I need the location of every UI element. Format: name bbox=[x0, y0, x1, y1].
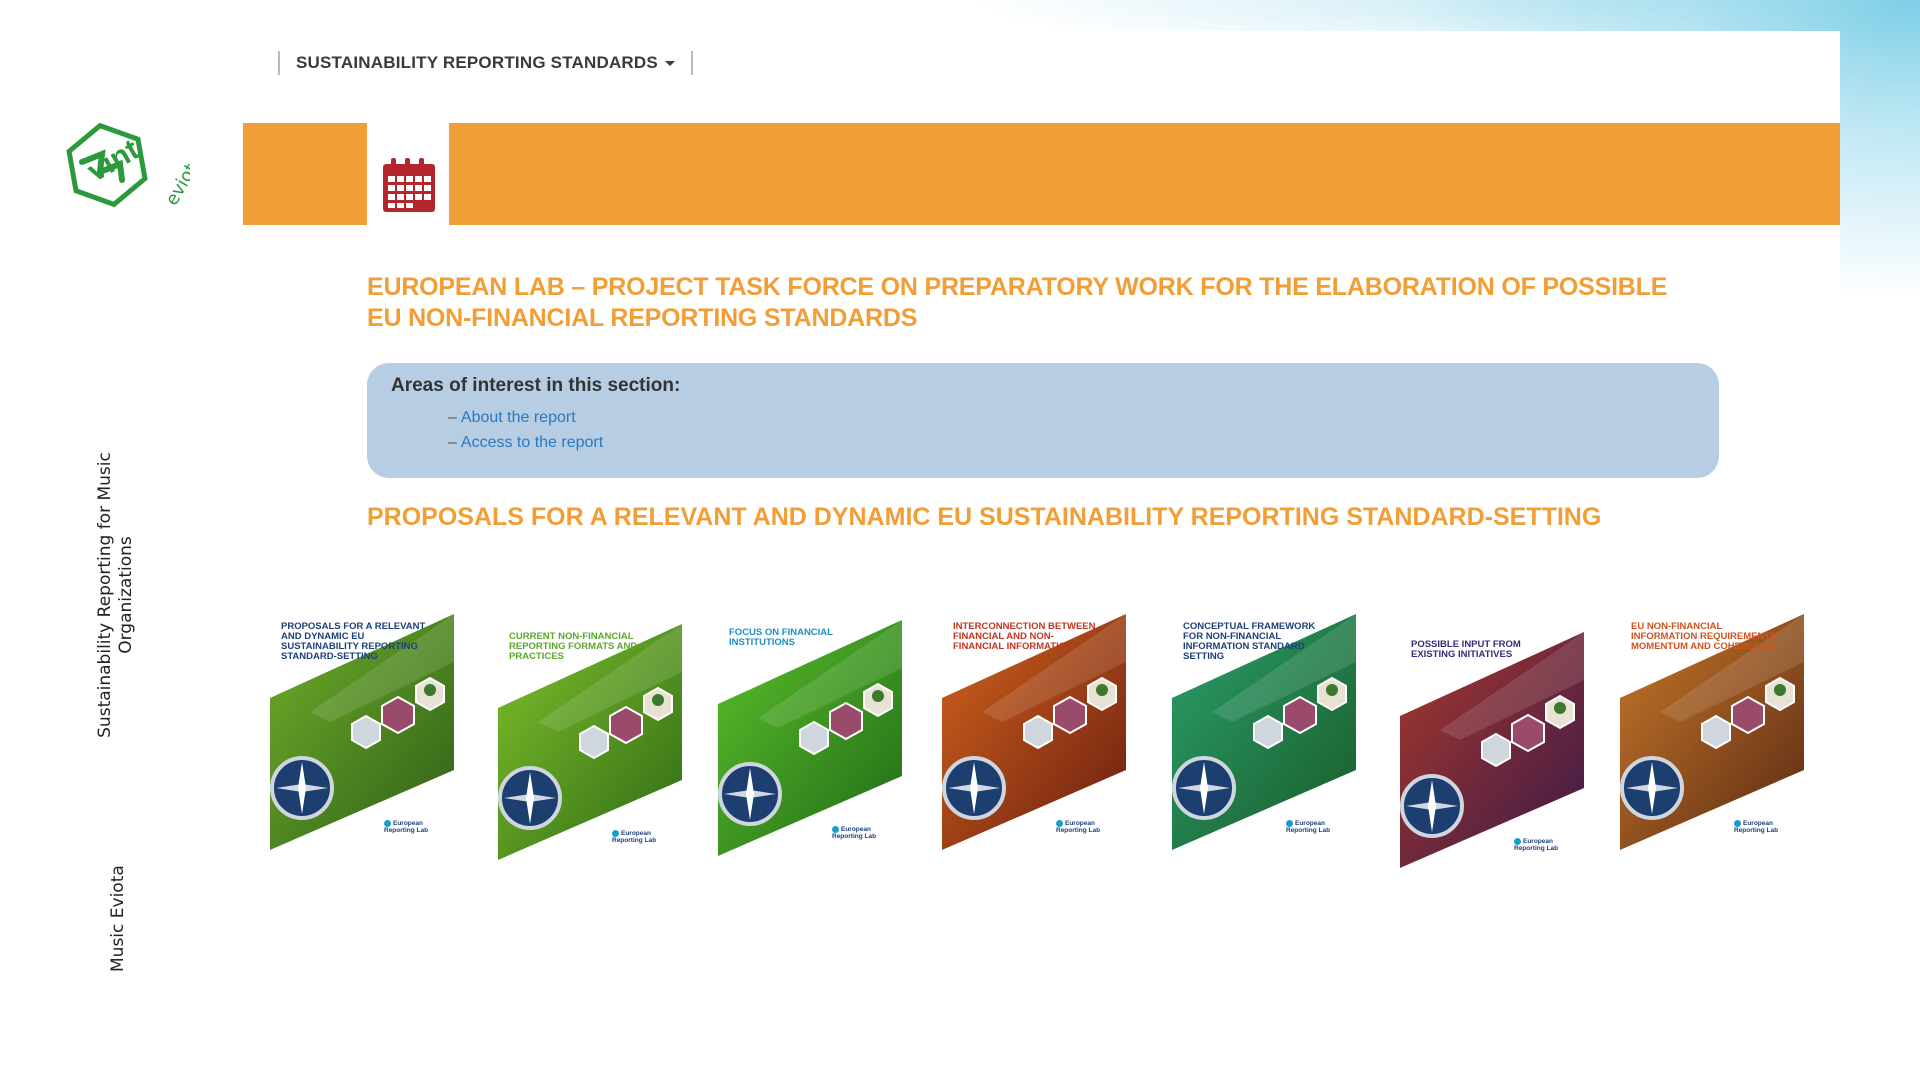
cover-publisher: European Reporting Lab bbox=[1286, 819, 1331, 834]
top-nav: SUSTAINABILITY REPORTING STANDARDS bbox=[278, 50, 693, 76]
publisher-logo-icon bbox=[1514, 837, 1521, 845]
publisher-logo-icon bbox=[1734, 819, 1741, 827]
cover-publisher: European Reporting Lab bbox=[1734, 819, 1779, 834]
vint-eviota-logo[interactable]: vint eviota bbox=[60, 120, 190, 220]
areas-of-interest-box: Areas of interest in this section: – Abou… bbox=[367, 363, 1719, 478]
logo-text-sub: eviota bbox=[161, 150, 190, 209]
cover-publisher: European Reporting Lab bbox=[1514, 837, 1559, 852]
page-title: EUROPEAN LAB – PROJECT TASK FORCE ON PRE… bbox=[367, 273, 1668, 332]
nav-item-sustainability-reporting-standards[interactable]: SUSTAINABILITY REPORTING STANDARDS bbox=[280, 50, 691, 76]
section-subtitle: PROPOSALS FOR A RELEVANT AND DYNAMIC EU … bbox=[367, 503, 1602, 531]
cover-publisher: European Reporting Lab bbox=[1056, 819, 1101, 834]
banner-right bbox=[449, 123, 1840, 225]
dash-icon: – bbox=[448, 409, 457, 426]
link-access-to-the-report[interactable]: – Access to the report bbox=[448, 430, 1695, 455]
report-cover-2[interactable]: CURRENT NON-FINANCIAL REPORTING FORMATS … bbox=[498, 612, 682, 860]
banner-left bbox=[243, 123, 367, 225]
sidebar-footer: Music Eviota bbox=[108, 865, 128, 972]
nav-divider bbox=[690, 51, 693, 75]
calendar-icon bbox=[383, 158, 435, 212]
cover-title: CONCEPTUAL FRAMEWORK FOR NON-FINANCIAL I… bbox=[1183, 621, 1316, 662]
report-cover-1[interactable]: PROPOSALS FOR A RELEVANT AND DYNAMIC EU … bbox=[270, 602, 454, 850]
cover-publisher: European Reporting Lab bbox=[832, 825, 877, 840]
sidebar-title-line2: Organizations bbox=[116, 536, 136, 654]
cover-title: CURRENT NON-FINANCIAL REPORTING FORMATS … bbox=[509, 631, 638, 662]
publisher-logo-icon bbox=[832, 825, 839, 833]
caret-down-icon bbox=[664, 60, 675, 66]
report-cover-6[interactable]: POSSIBLE INPUT FROM EXISTING INITIATIVES… bbox=[1400, 620, 1584, 868]
report-cover-7[interactable]: EU NON-FINANCIAL INFORMATION REQUIREMENT… bbox=[1620, 602, 1804, 850]
cover-publisher: European Reporting Lab bbox=[612, 829, 657, 844]
publisher-logo-icon bbox=[384, 819, 391, 827]
cover-title: PROPOSALS FOR A RELEVANT AND DYNAMIC EU … bbox=[281, 621, 426, 662]
sidebar-title-line1: Sustainability Reporting for Music bbox=[95, 452, 115, 738]
link-about-the-report[interactable]: – About the report bbox=[448, 405, 1695, 430]
report-cover-4[interactable]: INTERCONNECTION BETWEEN FINANCIAL AND NO… bbox=[942, 602, 1126, 850]
dash-icon: – bbox=[448, 434, 457, 451]
cover-title: EU NON-FINANCIAL INFORMATION REQUIREMENT… bbox=[1631, 621, 1777, 652]
cover-title: POSSIBLE INPUT FROM EXISTING INITIATIVES bbox=[1411, 639, 1521, 660]
report-cover-5[interactable]: CONCEPTUAL FRAMEWORK FOR NON-FINANCIAL I… bbox=[1172, 602, 1356, 850]
publisher-logo-icon bbox=[1286, 819, 1293, 827]
link-label: About the report bbox=[460, 409, 576, 426]
sidebar-site-title: Sustainability Reporting for Music Organ… bbox=[95, 445, 137, 745]
cover-title: FOCUS ON FINANCIAL INSTITUTIONS bbox=[729, 627, 833, 648]
cover-publisher: European Reporting Lab bbox=[384, 819, 429, 834]
areas-heading: Areas of interest in this section: bbox=[391, 375, 681, 396]
link-label: Access to the report bbox=[460, 434, 604, 451]
report-cover-3[interactable]: FOCUS ON FINANCIAL INSTITUTIONS European … bbox=[718, 608, 902, 856]
publisher-logo-icon bbox=[612, 829, 619, 837]
publisher-logo-icon bbox=[1056, 819, 1063, 827]
cover-title: INTERCONNECTION BETWEEN FINANCIAL AND NO… bbox=[953, 621, 1096, 652]
nav-item-label: SUSTAINABILITY REPORTING STANDARDS bbox=[296, 53, 658, 72]
